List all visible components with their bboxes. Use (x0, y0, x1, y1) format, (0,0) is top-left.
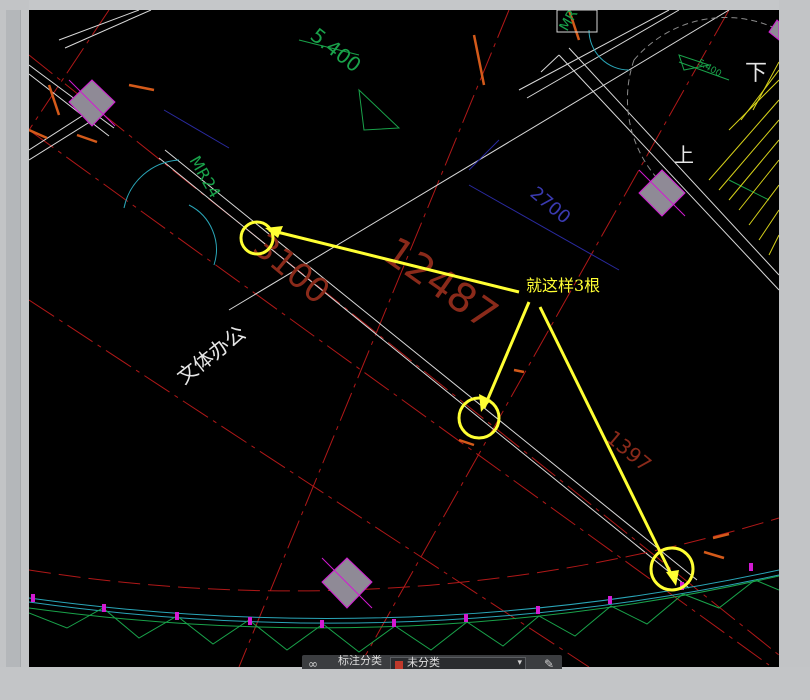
left-panel-strip (6, 10, 21, 670)
markup-circle-3 (649, 546, 695, 592)
room-and-stair-labels: 文体办公 上 下 (172, 61, 767, 389)
curtain-wall (29, 39, 779, 653)
door-tag-top-right: MR (557, 10, 582, 34)
category-selected-value: 未分类 (407, 656, 440, 669)
annotation-tool-icon[interactable]: ∞ (308, 655, 318, 669)
column-crosses (68, 79, 686, 609)
annotation-category-bar: ∞ 标注分类 未分类 ▾ ✎ (302, 655, 562, 669)
annotation-category-label: 标注分类 (338, 655, 382, 667)
axis-lines (29, 10, 779, 667)
dim-5400-top: 5.400 (306, 23, 366, 77)
chevron-down-icon: ▾ (517, 658, 522, 668)
dimension-texts: 12487 3100 1397 (245, 226, 656, 476)
annotation-category-select[interactable]: 未分类 ▾ (390, 656, 526, 669)
dim-3100: 3100 (245, 226, 337, 312)
green-dimension-texts: 5.400 5.400 MR24 MR (186, 10, 724, 201)
bottom-axis-arc (29, 517, 779, 592)
door-arcs (29, 29, 779, 624)
columns (68, 19, 779, 609)
room-label: 文体办公 (172, 321, 250, 389)
stair-label-down: 下 (745, 61, 767, 86)
cad-drawing-canvas[interactable]: 12487 3100 1397 5.400 5.400 MR24 MR 2700… (29, 10, 779, 667)
markup-arrow-3 (538, 306, 676, 581)
stair-label-up: 上 (674, 143, 694, 167)
dim-5400-right: 5.400 (696, 58, 724, 80)
main-wall (29, 10, 779, 589)
bottom-panel-frame (0, 667, 810, 700)
category-color-swatch (395, 661, 403, 669)
curtain-ticks (31, 563, 753, 628)
drawing-svg: 12487 3100 1397 5.400 5.400 MR24 MR 2700… (29, 10, 779, 667)
door-tag-mr24: MR24 (186, 153, 225, 202)
edit-icon[interactable]: ✎ (544, 655, 554, 669)
right-panel-frame (779, 0, 810, 700)
markup-annotation-text: 就这样3根 (526, 276, 601, 295)
left-panel-frame (0, 0, 29, 700)
